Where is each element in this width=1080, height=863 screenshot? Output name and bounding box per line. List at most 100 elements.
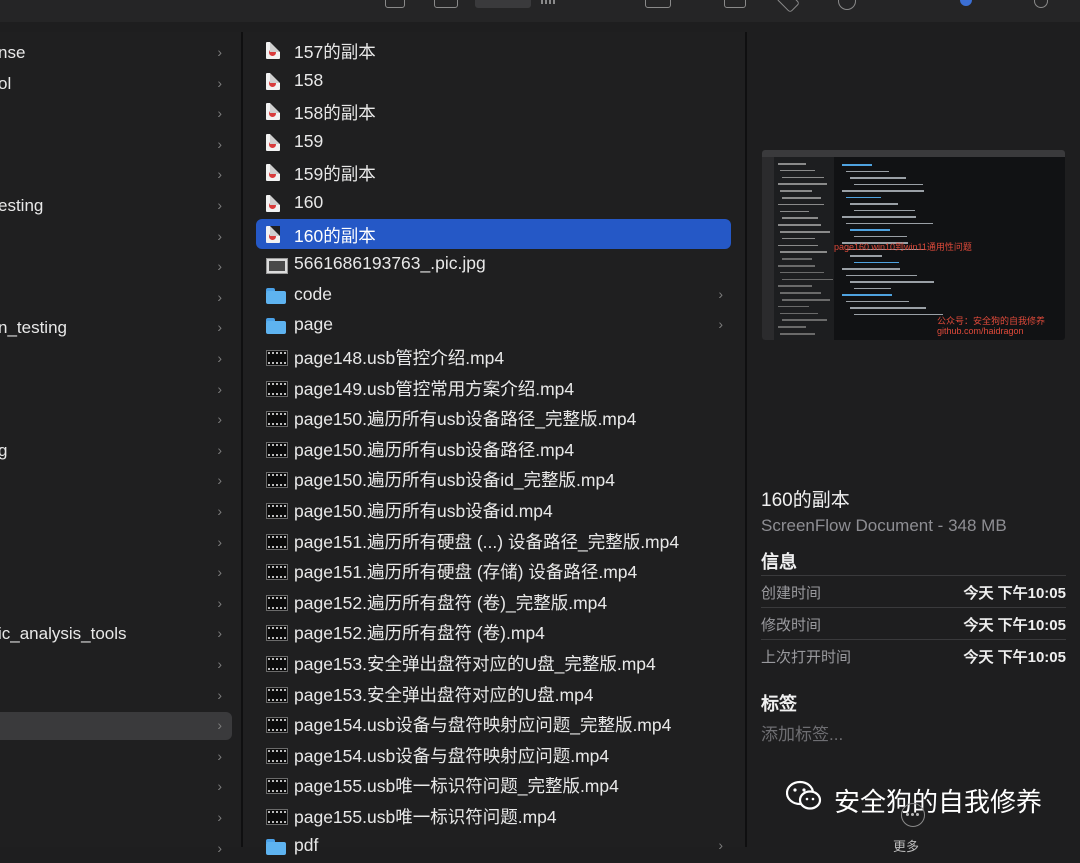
sidebar-item[interactable]: ic_analysis_tools › xyxy=(0,620,232,648)
sidebar-item[interactable]: › xyxy=(0,743,232,771)
file-row[interactable]: page150.遍历所有usb设备id_完整版.mp4 xyxy=(256,463,731,493)
sidebar-item[interactable]: ol › xyxy=(0,70,232,98)
preview-tree-line xyxy=(780,312,818,315)
file-row[interactable]: page149.usb管控常用方案介绍.mp4 xyxy=(256,372,731,402)
sidebar-item[interactable]: › xyxy=(0,161,232,189)
column-view-button[interactable] xyxy=(475,0,531,8)
add-tags-field[interactable]: 添加标签... xyxy=(761,720,843,745)
preview-code-line xyxy=(846,222,933,224)
preview-code-line xyxy=(850,229,890,231)
preview-tree-line xyxy=(782,197,821,199)
file-row[interactable]: page153.安全弹出盘符对应的U盘_完整版.mp4 xyxy=(256,647,731,677)
file-row[interactable]: page154.usb设备与盘符映射应问题_完整版.mp4 xyxy=(256,708,731,738)
gallery-view-button[interactable] xyxy=(541,0,555,4)
preview-code-line xyxy=(842,268,900,270)
file-row[interactable]: 158 xyxy=(256,66,731,96)
document-icon xyxy=(266,42,280,59)
account-icon[interactable] xyxy=(960,0,972,6)
preview-code-line xyxy=(846,300,909,302)
file-row[interactable]: 157的副本 xyxy=(256,35,731,65)
file-row[interactable]: page154.usb设备与盘符映射应问题.mp4 xyxy=(256,739,731,769)
sidebar-item[interactable]: › xyxy=(0,835,232,863)
video-file-icon xyxy=(266,715,288,734)
sidebar-item[interactable]: › xyxy=(0,559,232,587)
tag-button[interactable] xyxy=(775,0,801,14)
info-row-last-opened: 上次打开时间 今天 下午10:05 xyxy=(761,639,1066,671)
sidebar-item[interactable]: › xyxy=(0,529,232,557)
file-row[interactable]: page152.遍历所有盘符 (卷)_完整版.mp4 xyxy=(256,586,731,616)
info-heading: 信息 xyxy=(761,552,797,572)
preview-code-line xyxy=(850,307,926,309)
sidebar-item[interactable]: › xyxy=(0,100,232,128)
sidebar-item[interactable]: nse › xyxy=(0,39,232,67)
file-row[interactable]: 5661686193763_.pic.jpg xyxy=(256,249,731,279)
file-row[interactable]: page150.遍历所有usb设备id.mp4 xyxy=(256,494,731,524)
sidebar-item-label: n_testing xyxy=(0,318,67,338)
file-row[interactable]: code › xyxy=(256,280,731,310)
sidebar-item[interactable]: › xyxy=(0,467,232,495)
chevron-right-icon: › xyxy=(217,503,222,519)
preview-code-line xyxy=(854,287,891,289)
video-file-icon xyxy=(266,685,288,703)
sidebar-item[interactable]: › xyxy=(0,773,232,801)
sidebar-item[interactable]: › xyxy=(0,406,232,434)
file-row[interactable]: page151.遍历所有硬盘 (存储) 设备路径.mp4 xyxy=(256,555,731,585)
file-row[interactable]: page › xyxy=(256,310,731,340)
chevron-right-icon: › xyxy=(217,441,222,458)
sidebar-item[interactable]: › xyxy=(0,498,232,526)
sidebar-item[interactable]: › xyxy=(0,345,232,373)
file-name: page151.遍历所有硬盘 (...) 设备路径_完整版.mp4 xyxy=(294,531,680,552)
file-row[interactable]: page150.遍历所有usb设备路径.mp4 xyxy=(256,433,731,463)
sidebar-item[interactable]: › xyxy=(0,712,232,741)
preview-tree-line xyxy=(778,305,809,308)
more-button[interactable] xyxy=(901,803,925,827)
sidebar-item[interactable]: › xyxy=(0,376,232,404)
preview-tree-line xyxy=(778,203,824,206)
file-row[interactable]: 159 xyxy=(256,127,731,157)
search-icon[interactable] xyxy=(1034,0,1048,8)
file-row[interactable]: page155.usb唯一标识符问题.mp4 xyxy=(256,800,731,830)
preview-tree-line xyxy=(780,271,824,274)
file-row[interactable]: page151.遍历所有硬盘 (...) 设备路径_完整版.mp4 xyxy=(256,525,731,555)
file-name: page152.遍历所有盘符 (卷).mp4 xyxy=(294,623,545,644)
file-row[interactable]: 160的副本 xyxy=(256,218,731,249)
sidebar-item[interactable]: › xyxy=(0,253,232,281)
chevron-right-icon: › xyxy=(217,135,222,152)
preview-code-line xyxy=(854,183,923,185)
sidebar-item[interactable]: g › xyxy=(0,437,232,465)
sidebar-item[interactable]: n_testing › xyxy=(0,314,232,342)
file-name: page155.usb唯一标识符问题.mp4 xyxy=(294,807,557,827)
document-icon xyxy=(266,72,280,90)
tags-heading: 标签 xyxy=(761,694,797,714)
preview-titlebar xyxy=(762,150,1065,157)
sidebar-item[interactable]: › xyxy=(0,223,232,251)
file-row[interactable]: 159的副本 xyxy=(256,157,731,187)
sidebar-item[interactable]: › xyxy=(0,682,232,710)
video-file-icon xyxy=(266,593,288,611)
sidebar-item[interactable]: › xyxy=(0,590,232,618)
file-row[interactable]: page148.usb管控介绍.mp4 xyxy=(256,341,731,371)
list-view-button[interactable] xyxy=(434,0,458,8)
sidebar-item[interactable]: › xyxy=(0,804,232,832)
sidebar-item[interactable]: › xyxy=(0,131,232,159)
file-row[interactable]: pdf › xyxy=(256,831,731,861)
file-row[interactable]: 158的副本 xyxy=(256,96,731,126)
file-row[interactable]: page150.遍历所有usb设备路径_完整版.mp4 xyxy=(256,402,731,432)
file-row[interactable]: page155.usb唯一标识符问题_完整版.mp4 xyxy=(256,769,731,799)
chevron-right-icon: › xyxy=(217,717,222,734)
group-button[interactable] xyxy=(645,0,671,8)
file-row[interactable]: page152.遍历所有盘符 (卷).mp4 xyxy=(256,616,731,646)
action-menu-button[interactable] xyxy=(838,0,856,10)
wechat-watermark: 安全狗的自我修养 xyxy=(786,778,1076,820)
share-button[interactable] xyxy=(724,0,746,8)
sidebar-item[interactable]: › xyxy=(0,651,232,679)
preview-tree-line xyxy=(780,190,812,192)
sidebar-item[interactable]: esting › xyxy=(0,192,232,220)
file-row[interactable]: 160 xyxy=(256,188,731,218)
file-row[interactable]: page153.安全弹出盘符对应的U盘.mp4 xyxy=(256,678,731,708)
chevron-right-icon: › xyxy=(217,809,222,825)
file-preview-thumbnail[interactable]: page160.win10到win11通用性问题 公众号：安全狗的自我修养 gi… xyxy=(762,150,1065,340)
icon-view-button[interactable] xyxy=(385,0,405,8)
sidebar-item[interactable]: › xyxy=(0,284,232,312)
preview-code-line xyxy=(850,255,882,257)
